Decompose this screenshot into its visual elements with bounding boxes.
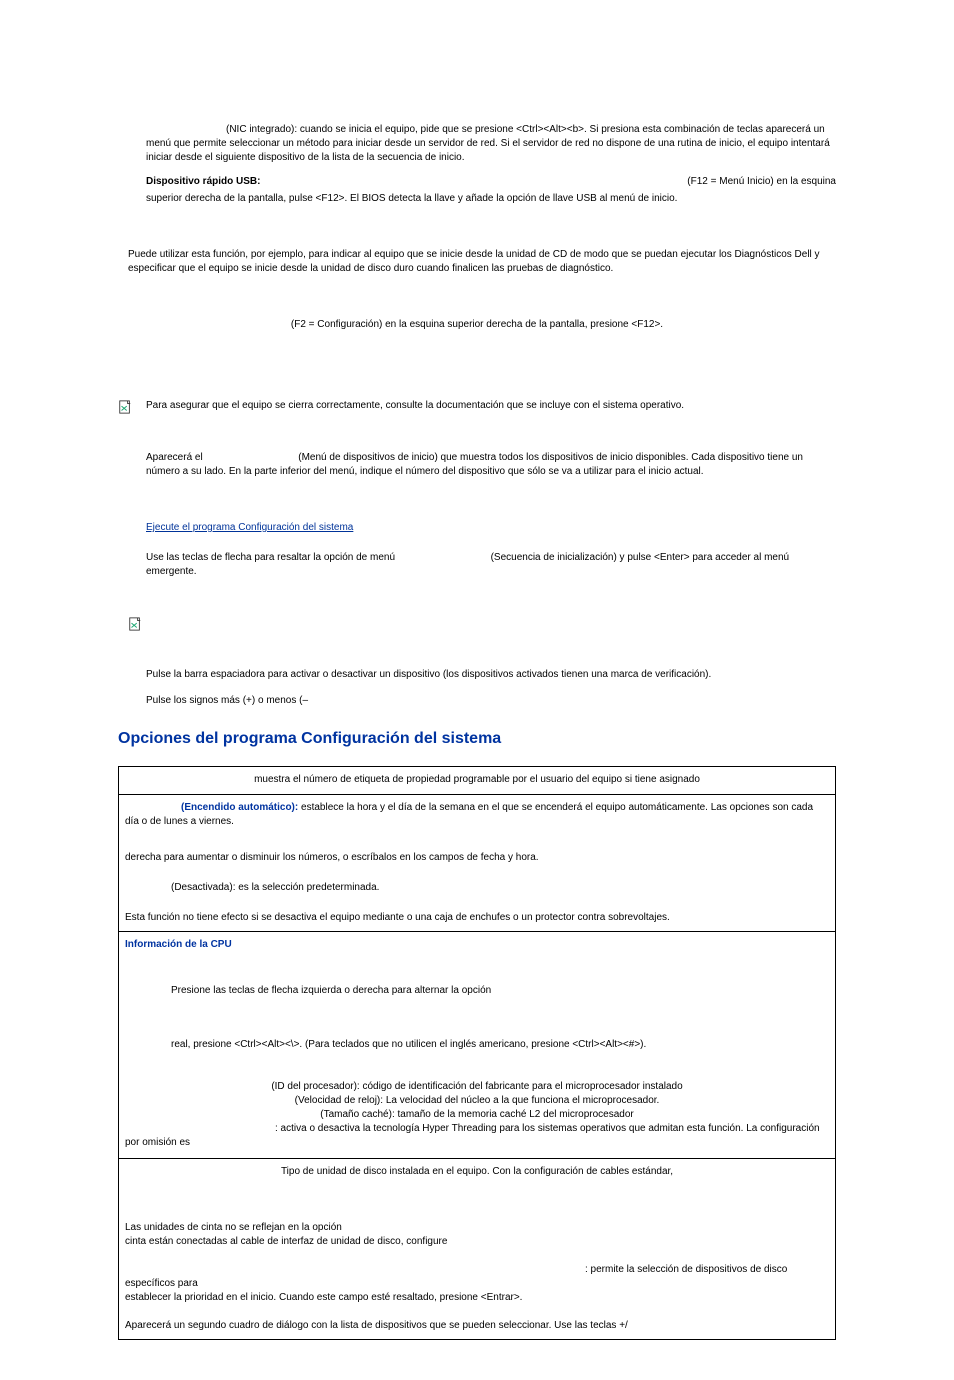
- diagnostics-paragraph: Puede utilizar esta función, por ejemplo…: [128, 248, 836, 276]
- table-row: (Encendido automático): establece la hor…: [119, 794, 836, 931]
- section-heading: Opciones del programa Configuración del …: [118, 730, 836, 748]
- disk-cell: Tipo de unidad de disco instalada en el …: [119, 1158, 836, 1339]
- run-system-config-link[interactable]: Ejecute el programa Configuración del si…: [146, 522, 353, 533]
- usb-line: Dispositivo rápido USB: (F12 = Menú Inic…: [146, 175, 836, 189]
- usb-continuation: superior derecha de la pantalla, pulse <…: [146, 192, 836, 206]
- usb-label: Dispositivo rápido USB:: [146, 176, 260, 187]
- table-row: Tipo de unidad de disco instalada en el …: [119, 1158, 836, 1339]
- config-link-line: Ejecute el programa Configuración del si…: [146, 521, 836, 535]
- note-1-text: Para asegurar que el equipo se cierra co…: [146, 399, 836, 413]
- note-icon: [118, 400, 132, 414]
- options-table: muestra el número de etiqueta de propied…: [118, 766, 836, 1340]
- asset-tag-cell: muestra el número de etiqueta de propied…: [119, 767, 836, 795]
- plus-minus-line: Pulse los signos más (+) o menos (–: [146, 694, 836, 708]
- usb-right-text: (F12 = Menú Inicio) en la esquina: [687, 175, 836, 189]
- auto-power-cell: (Encendido automático): establece la hor…: [119, 794, 836, 931]
- table-row: muestra el número de etiqueta de propied…: [119, 767, 836, 795]
- f2-line: (F2 = Configuración) en la esquina super…: [118, 318, 836, 332]
- document-page: (NIC integrado): cuando se inicia el equ…: [0, 0, 954, 1380]
- note-icon: [128, 617, 142, 631]
- note-row-2: [128, 616, 836, 631]
- note-row-1: Para asegurar que el equipo se cierra co…: [118, 399, 836, 414]
- section-boot-devices: (NIC integrado): cuando se inicia el equ…: [146, 123, 836, 206]
- nic-paragraph: (NIC integrado): cuando se inicia el equ…: [146, 123, 836, 165]
- spacebar-line: Pulse la barra espaciadora para activar …: [146, 668, 836, 682]
- arrow-keys-line: Use las teclas de flecha para resaltar l…: [146, 551, 836, 579]
- cpu-info-cell: Información de la CPU Presione las tecla…: [119, 931, 836, 1158]
- boot-menu-paragraph: Aparecerá el (Menú de dispositivos de in…: [146, 451, 836, 479]
- table-row: Información de la CPU Presione las tecla…: [119, 931, 836, 1158]
